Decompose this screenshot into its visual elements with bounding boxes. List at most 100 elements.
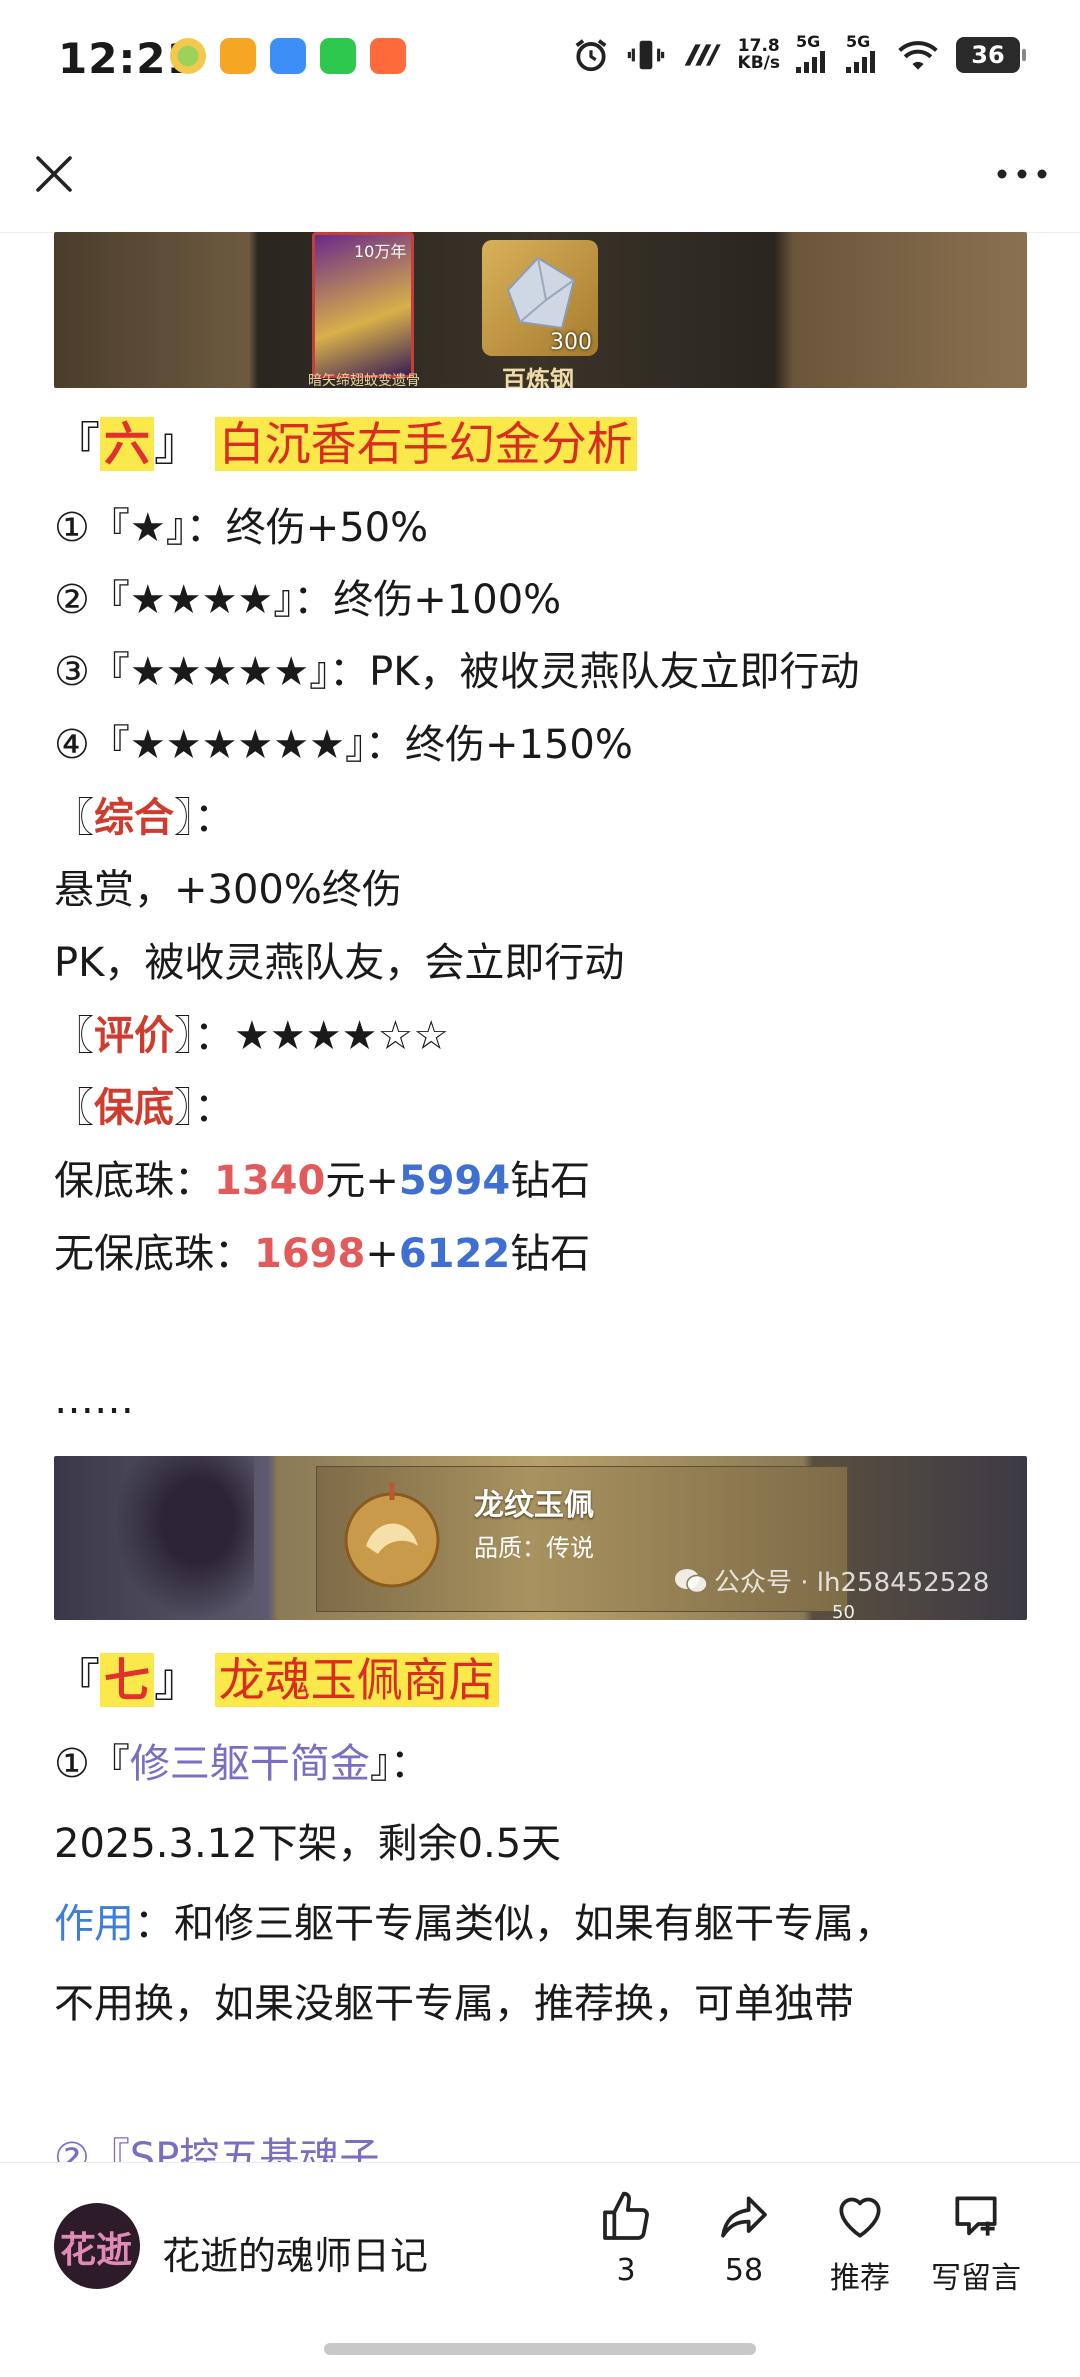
avatar-text: 花逝 [60, 2230, 133, 2271]
like-button[interactable]: 3 [576, 2189, 676, 2288]
section-6-heading: 『六』 白沉香右手幻金分析 [54, 417, 637, 471]
wifi-icon [898, 40, 938, 70]
signal-label: 5G [846, 32, 871, 51]
s6-item-4: ④『★★★★★★』：终伤+150% [54, 722, 633, 768]
steel-item-name: 百炼钢 [502, 366, 574, 388]
character-silhouette [114, 1456, 254, 1620]
section-number: 七 [100, 1653, 154, 1707]
alarm-icon [575, 38, 606, 71]
author-avatar[interactable]: 花逝 [54, 2203, 140, 2289]
close-icon[interactable] [30, 150, 78, 198]
s7-effect-line-1: 作用：和修三躯干专属类似，如果有躯干专属， [54, 1898, 894, 1950]
dragon-jade-icon [344, 1482, 440, 1588]
guarantee-line-2: 无保底珠：1698+6122钻石 [54, 1228, 590, 1280]
guarantee-suffix: 钻石 [510, 1158, 591, 1204]
s6-item-3: ③『★★★★★』：PK，被收灵燕队友立即行动 [54, 649, 860, 695]
guarantee-suffix: 钻石 [510, 1231, 591, 1277]
guarantee-line-1: 保底珠：1340元+5994钻石 [54, 1155, 590, 1207]
thumbs-up-icon [603, 2191, 649, 2240]
section-number: 六 [100, 417, 154, 471]
guarantee-amount: 1340 [214, 1158, 326, 1204]
recommend-button[interactable]: 推荐 [810, 2189, 910, 2297]
item-prefix: ①『 [54, 1741, 130, 1787]
heart-icon [839, 2197, 881, 2238]
signal-5g-2: 5G [846, 32, 880, 77]
jade-count: 50 [832, 1602, 855, 1620]
summary-line-1: 悬赏，+300%终伤 [54, 867, 402, 913]
s7-item-2-partial: ②『SP控五基魂子 [54, 2132, 379, 2162]
effect-label: 作用 [54, 1901, 134, 1947]
guarantee-label: 保底 [94, 1085, 174, 1131]
notification-icons [170, 38, 406, 74]
guarantee-label-line: 〖保底〗： [54, 1085, 234, 1131]
ellipsis-text: …… [54, 1377, 134, 1423]
guarantee-mid: 元+ [325, 1158, 399, 1204]
bottom-action-bar: 花逝 花逝的魂师日记 3 58 推荐 写留言 [0, 2162, 1080, 2377]
s6-item-1: ①『★』：终伤+50% [54, 505, 429, 551]
watermark: 公众号 · lh258452528 [674, 1562, 989, 1599]
comment-label: 写留言 [931, 2261, 1021, 2296]
top-nav-bar [0, 120, 1080, 233]
article-content[interactable]: 10万年 暗矢缔翅蚊变遗骨 300 百炼钢 『六』 白沉香右手幻金分析 ①『★』… [0, 232, 1080, 2162]
baidu-icon [270, 38, 306, 74]
jade-item-title: 龙纹玉佩 [474, 1488, 594, 1523]
steel-item-count: 300 [550, 330, 592, 355]
app-icon-orange [370, 38, 406, 74]
like-count: 3 [616, 2253, 636, 2288]
rating-line: 〖评价〗：★★★★☆☆ [54, 1013, 450, 1059]
signal-5g-1: 5G [796, 32, 830, 77]
s7-item-1: ①『修三躯干简金』： [54, 1738, 430, 1790]
steel-crystal-icon [506, 256, 576, 330]
signal-bars-icon [796, 51, 825, 73]
comment-button[interactable]: 写留言 [926, 2189, 1026, 2297]
bracket-close: 』 [154, 417, 200, 471]
hero-card-caption: 暗矢缔翅蚊变遗骨 [308, 373, 420, 388]
author-name[interactable]: 花逝的魂师日记 [162, 2225, 428, 2280]
signal-bars-icon [846, 51, 875, 73]
bracket-open: 『 [54, 417, 100, 471]
s6-item-2: ②『★★★★』：终伤+100% [54, 577, 562, 623]
more-icon[interactable] [994, 158, 1050, 190]
bracket-open: 『 [54, 1653, 100, 1707]
rating-value: ★★★★☆☆ [234, 1013, 450, 1059]
net-speed: 17.8 KB/s [737, 35, 780, 72]
section-title: 龙魂玉佩商店 [214, 1653, 499, 1707]
share-button[interactable]: 58 [694, 2189, 794, 2288]
share-count: 58 [724, 2253, 764, 2288]
guarantee-mid: + [365, 1231, 399, 1277]
section-7-heading: 『七』 龙魂玉佩商店 [54, 1653, 499, 1707]
status-bar: 12:21 17.8 KB/s 5G 5G 36 [0, 0, 1080, 120]
summary-label: 综合 [94, 795, 174, 841]
dragon-jade-banner-image: 龙纹玉佩 品质：传说 公众号 · lh258452528 50 [54, 1456, 1027, 1620]
home-indicator[interactable] [324, 2343, 756, 2355]
app-notification-icon [170, 38, 206, 74]
watermark-text: 公众号 · lh258452528 [714, 1568, 990, 1598]
signal-label: 5G [796, 32, 821, 51]
guarantee-prefix: 无保底珠： [54, 1231, 254, 1277]
wechat-watermark-icon [675, 1568, 708, 1593]
summary-line-2: PK，被收灵燕队友，会立即行动 [54, 940, 625, 986]
s7-effect-line-2: 不用换，如果没躯干专属，推荐换，可单独带 [54, 1981, 854, 2027]
share-icon [721, 2196, 767, 2238]
battery-indicator: 36 [956, 36, 1026, 73]
s7-date: 2025.3.12下架，剩余0.5天 [54, 1821, 562, 1867]
vibrate-icon [627, 40, 664, 69]
nfc-icon [684, 43, 721, 66]
recommend-label: 推荐 [830, 2261, 890, 2296]
game-reward-banner-image: 10万年 暗矢缔翅蚊变遗骨 300 百炼钢 [54, 232, 1027, 388]
guarantee-prefix: 保底珠： [54, 1158, 214, 1204]
item-partial: ②『SP控五基魂子 [54, 2135, 380, 2162]
bracket-close: 』 [154, 1653, 200, 1707]
jade-item-quality: 品质：传说 [474, 1534, 594, 1562]
weibo-icon [220, 38, 256, 74]
rating-label: 评价 [94, 1013, 174, 1059]
effect-text: ：和修三躯干专属类似，如果有躯干专属， [134, 1901, 894, 1947]
hero-card-badge: 10万年 [354, 242, 407, 261]
guarantee-amount: 1698 [254, 1231, 366, 1277]
item-suffix: 』： [369, 1741, 430, 1787]
system-icons: 17.8 KB/s 5G 5G 36 [572, 32, 1026, 77]
comment-icon [955, 2196, 997, 2236]
section-title: 白沉香右手幻金分析 [214, 417, 637, 471]
guarantee-diamonds: 6122 [398, 1231, 511, 1277]
net-speed-value: 17.8 [737, 35, 780, 56]
